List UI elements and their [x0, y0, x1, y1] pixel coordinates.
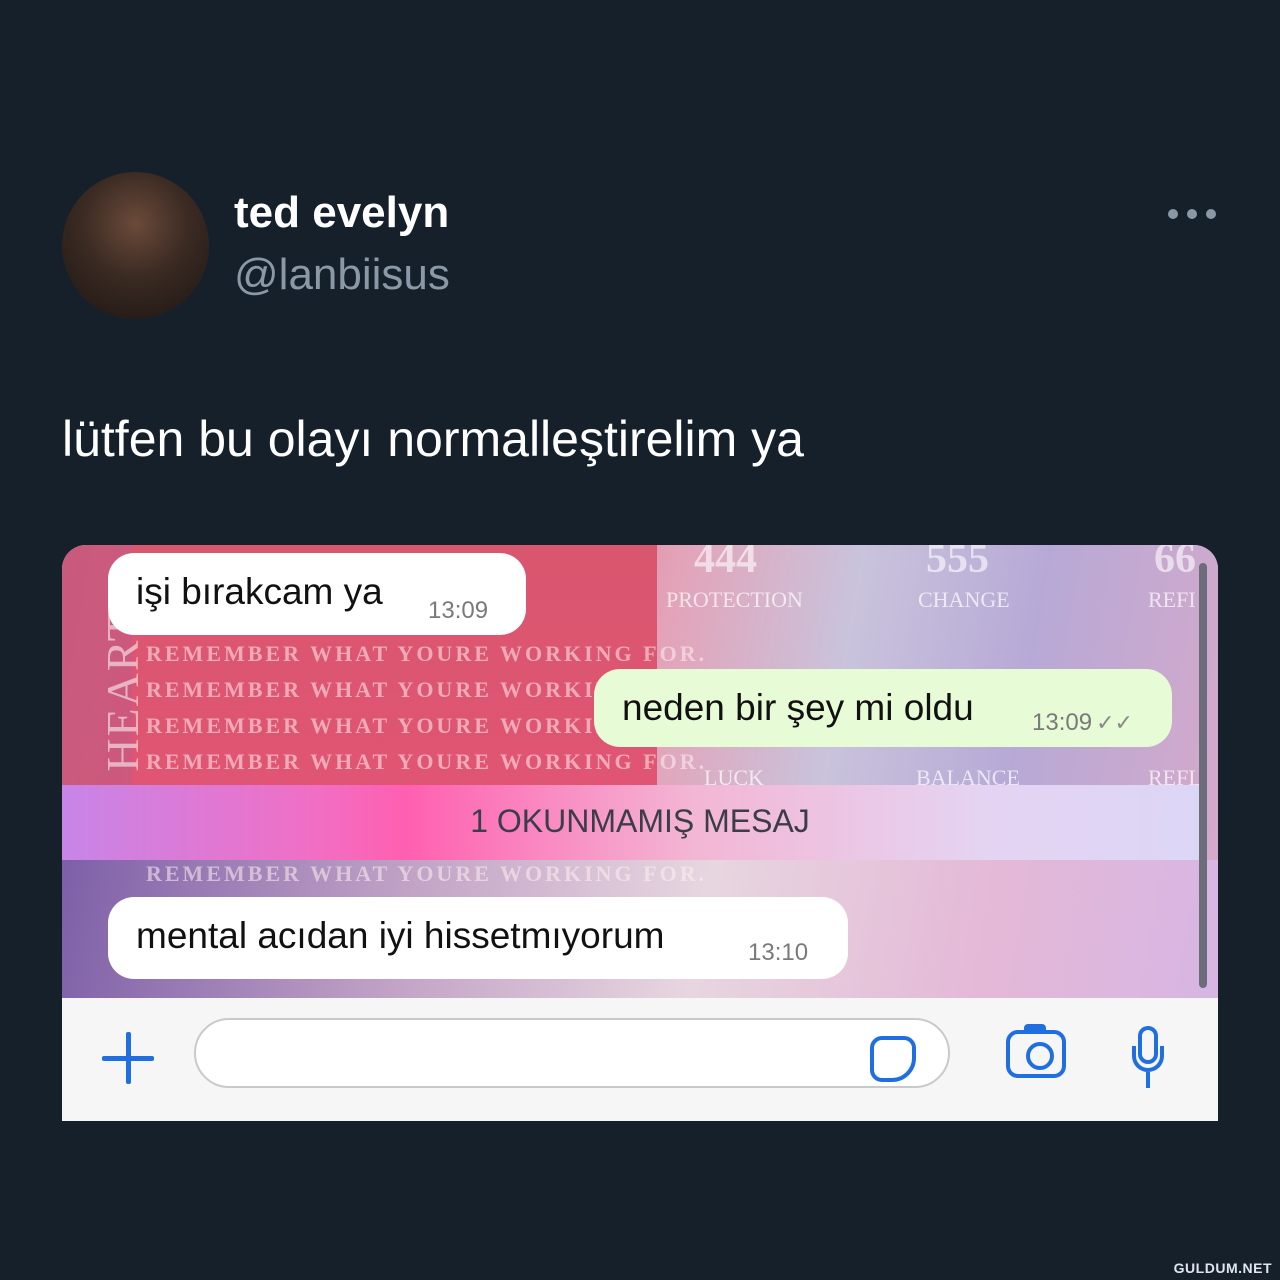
wallpaper-number: 66: [1154, 545, 1196, 582]
wallpaper-number: 444: [694, 545, 757, 582]
avatar[interactable]: [62, 172, 209, 319]
chat-wallpaper: HEART REMEMBER WHAT YOURE WORKING FOR. R…: [62, 545, 1218, 998]
wallpaper-label: PROTECTION: [666, 587, 803, 612]
message-input-bar: [62, 998, 1218, 1121]
wallpaper-text-row: REMEMBER WHAT YOURE WORKING FOR.: [146, 861, 708, 886]
wallpaper-label: REFI: [1148, 587, 1196, 612]
more-icon[interactable]: [1168, 200, 1216, 228]
message-time: 13:09: [428, 597, 489, 624]
message-bubble-outgoing[interactable]: neden bir şey mi oldu 13:09 ✓✓: [594, 669, 1172, 747]
tweet-media[interactable]: HEART REMEMBER WHAT YOURE WORKING FOR. R…: [62, 545, 1218, 1121]
unread-divider-label: 1 OKUNMAMIŞ MESAJ: [470, 803, 810, 839]
camera-icon[interactable]: [1006, 1024, 1066, 1078]
display-name[interactable]: ted evelyn: [234, 188, 449, 238]
wallpaper-side-text: HEART: [96, 611, 148, 772]
wallpaper-label: CHANGE: [918, 587, 1010, 612]
wallpaper-text-row: REMEMBER WHAT YOURE WORKING FOR.: [146, 641, 708, 666]
message-text: işi bırakcam ya: [136, 571, 383, 612]
message-bubble-incoming[interactable]: mental acıdan iyi hissetmıyorum 13:10: [108, 897, 848, 979]
message-time-container: 13:09 ✓✓: [1032, 709, 1133, 737]
message-time: 13:09: [1032, 709, 1093, 736]
tweet-text: lütfen bu olayı normalleştirelim ya: [62, 411, 804, 467]
message-text: neden bir şey mi oldu: [622, 687, 974, 728]
user-handle[interactable]: @lanbiisus: [234, 250, 450, 300]
message-input[interactable]: [194, 1018, 950, 1088]
mic-icon-stem: [1146, 1072, 1150, 1088]
wallpaper-text-row: REMEMBER WHAT YOURE WORKING FOR.: [146, 749, 708, 774]
message-bubble-incoming[interactable]: işi bırakcam ya 13:09: [108, 553, 526, 635]
wallpaper-number: 555: [926, 545, 989, 582]
message-text: mental acıdan iyi hissetmıyorum: [136, 915, 665, 956]
watermark: GULDUM.NET: [1173, 1260, 1272, 1276]
read-checkmark-icon: ✓✓: [1096, 710, 1133, 735]
message-time: 13:10: [748, 939, 809, 966]
scrollbar[interactable]: [1199, 563, 1207, 988]
plus-icon[interactable]: [100, 1030, 156, 1086]
